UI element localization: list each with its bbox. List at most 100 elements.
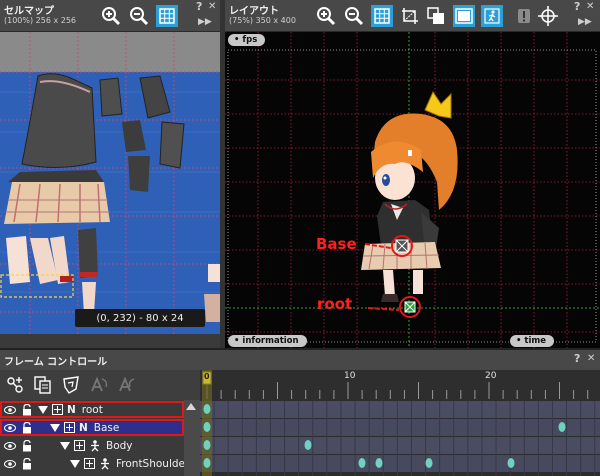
bullet-icon: • xyxy=(234,35,243,45)
crop-tool-button[interactable] xyxy=(399,5,421,27)
fps-label: fps xyxy=(242,35,258,45)
grid-toggle-button[interactable] xyxy=(371,5,393,27)
cellmap-texture xyxy=(0,32,220,334)
add-part-icon xyxy=(7,377,23,393)
lock-icon[interactable] xyxy=(20,439,34,453)
zoom-out-button[interactable] xyxy=(128,5,150,27)
timeline[interactable]: 0 10 20 xyxy=(200,370,600,476)
eye-icon[interactable] xyxy=(3,403,17,417)
null-layer-icon xyxy=(62,421,76,435)
cellmap-header: セルマップ (100%) 256 x 256 ? ✕ ▶▶ xyxy=(0,0,220,32)
current-frame-number: 0 xyxy=(204,372,210,381)
layer-name: root xyxy=(81,403,103,416)
crosshair-icon xyxy=(538,6,558,26)
add-part-button[interactable] xyxy=(4,374,26,396)
null-layer-icon xyxy=(50,403,64,417)
copy-icon xyxy=(34,376,51,394)
layer-name: FrontShoulder xyxy=(116,457,190,470)
lock-icon[interactable] xyxy=(20,403,34,417)
layers-icon xyxy=(427,7,444,24)
origin-target-button[interactable] xyxy=(537,5,559,27)
frame-mark-20: 20 xyxy=(485,371,497,381)
frame-control-title: フレーム コントロール xyxy=(4,357,108,368)
panel-menu-icon[interactable]: ▶▶ xyxy=(578,17,592,27)
cellmap-canvas[interactable] xyxy=(0,32,220,334)
selection-readout: (0, 232) - 80 x 24 xyxy=(75,309,205,327)
expand-arrow-icon[interactable] xyxy=(58,439,72,453)
alert-icon xyxy=(518,9,530,23)
crop-icon xyxy=(402,8,418,24)
layer-type: N xyxy=(79,421,88,434)
frame-mark-10: 10 xyxy=(344,371,356,381)
help-icon[interactable]: ? xyxy=(196,0,202,13)
keyframe-tool-b-button[interactable] xyxy=(116,374,138,396)
frame-control-toolbar xyxy=(0,370,200,400)
copy-part-button[interactable] xyxy=(32,374,54,396)
frame-icon xyxy=(455,8,473,24)
frame-control-header: フレーム コントロール ? ✕ xyxy=(0,350,600,370)
bullet-icon: • xyxy=(516,336,525,346)
time-toggle[interactable]: • time xyxy=(510,335,555,347)
frame-view-button[interactable] xyxy=(453,5,475,27)
layer-tree: N root N Base Body FrontShoulder xyxy=(0,400,200,476)
eye-icon[interactable] xyxy=(3,421,17,435)
close-icon[interactable]: ✕ xyxy=(586,1,594,12)
time-label: time xyxy=(524,336,547,346)
grid-icon xyxy=(374,8,390,24)
keyframe-b-icon xyxy=(119,376,135,392)
layout-title: レイアウト xyxy=(229,6,279,17)
tree-row-body[interactable]: Body xyxy=(0,437,184,454)
figure-layer-icon xyxy=(98,457,112,471)
cellmap-title: セルマップ xyxy=(4,6,54,17)
panel-divider[interactable] xyxy=(220,0,225,350)
timeline-grid xyxy=(200,370,600,476)
expand-arrow-icon[interactable] xyxy=(68,457,82,471)
shield-shape-icon xyxy=(63,376,79,394)
zoom-out-button[interactable] xyxy=(343,5,365,27)
panel-menu-icon[interactable]: ▶▶ xyxy=(198,17,212,27)
root-annotation: root xyxy=(317,295,353,313)
scroll-up-icon[interactable] xyxy=(186,403,196,410)
zoom-out-icon xyxy=(130,7,149,26)
close-icon[interactable]: ✕ xyxy=(587,353,595,364)
character-view-button[interactable] xyxy=(481,5,503,27)
eye-icon[interactable] xyxy=(3,457,17,471)
lock-icon[interactable] xyxy=(20,421,34,435)
layout-canvas[interactable]: Base root • fps • information • time xyxy=(225,32,600,348)
help-icon[interactable]: ? xyxy=(574,0,580,13)
eye-icon[interactable] xyxy=(3,439,17,453)
keyframe-tool-a-button[interactable] xyxy=(88,374,110,396)
information-toggle[interactable]: • information xyxy=(228,335,307,347)
lock-icon[interactable] xyxy=(20,457,34,471)
zoom-out-icon xyxy=(345,7,364,26)
null-layer-icon xyxy=(82,457,96,471)
shape-button[interactable] xyxy=(60,374,82,396)
layout-size: (75%) 350 x 400 xyxy=(229,16,296,25)
tree-row-frontshoulder[interactable]: FrontShoulder xyxy=(0,455,189,472)
fps-toggle[interactable]: • fps xyxy=(228,34,266,46)
close-icon[interactable]: ✕ xyxy=(208,1,216,12)
null-layer-icon xyxy=(72,439,86,453)
warning-button[interactable] xyxy=(513,5,535,27)
keyframe-a-icon xyxy=(91,376,108,392)
zoom-in-button[interactable] xyxy=(315,5,337,27)
tree-row-base[interactable]: N Base xyxy=(0,419,184,436)
zoom-in-icon xyxy=(102,7,121,26)
layer-name: Body xyxy=(106,439,133,452)
layer-name: Base xyxy=(93,421,120,434)
help-icon[interactable]: ? xyxy=(574,352,580,365)
layout-stage xyxy=(225,32,600,348)
grid-toggle-button[interactable] xyxy=(156,5,178,27)
bullet-icon: • xyxy=(234,336,243,346)
base-annotation: Base xyxy=(316,235,357,253)
tree-scrollbar[interactable] xyxy=(184,400,200,476)
tree-row-root[interactable]: N root xyxy=(0,401,184,418)
layer-type: N xyxy=(67,403,76,416)
layer-order-button[interactable] xyxy=(425,5,447,27)
information-label: information xyxy=(242,336,299,346)
grid-icon xyxy=(159,8,175,24)
zoom-in-button[interactable] xyxy=(100,5,122,27)
expand-arrow-icon[interactable] xyxy=(48,421,62,435)
zoom-in-icon xyxy=(317,7,336,26)
expand-arrow-icon[interactable] xyxy=(36,403,50,417)
